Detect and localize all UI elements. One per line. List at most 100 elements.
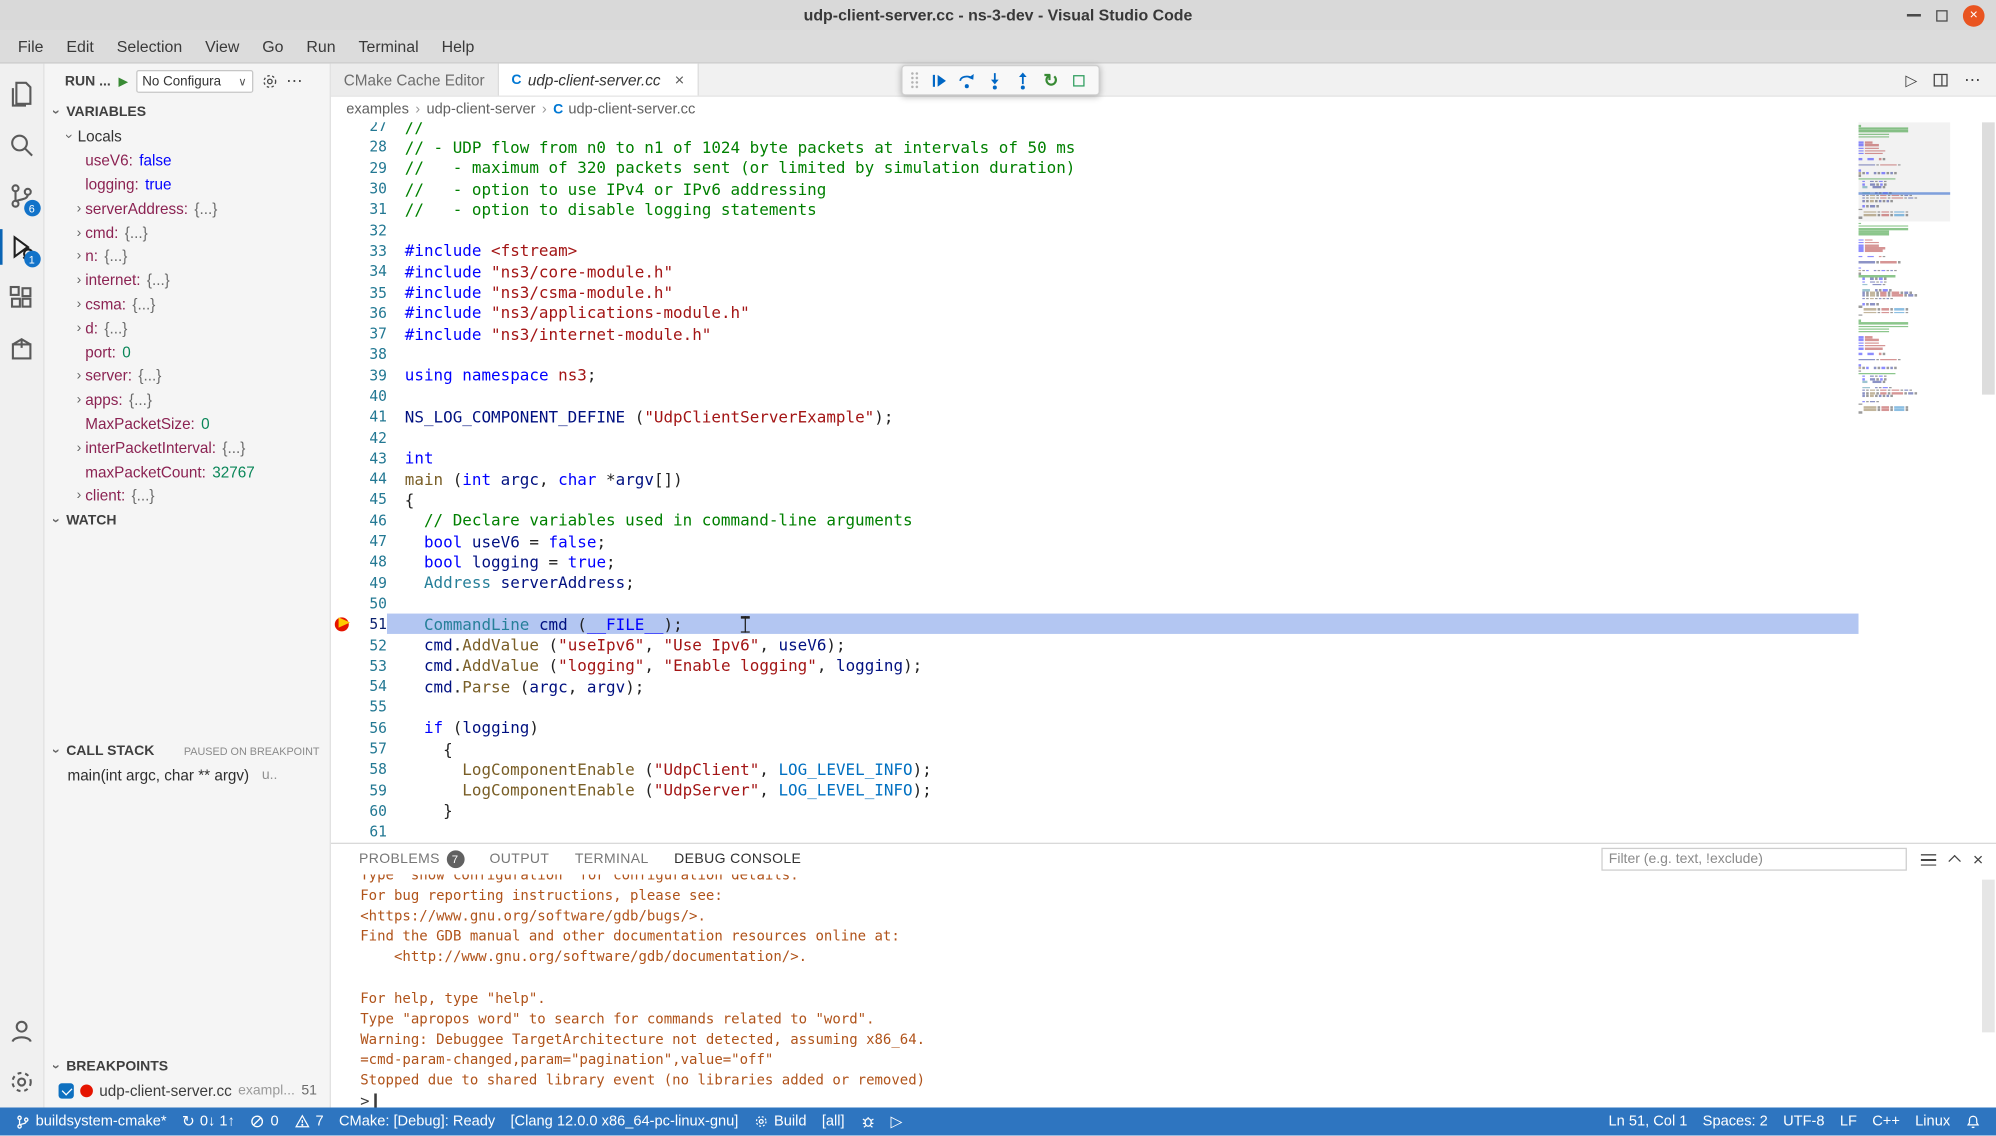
line-number[interactable]: 39: [354, 366, 387, 384]
gutter-glyph[interactable]: [331, 821, 354, 842]
panel-tab-debug-console[interactable]: DEBUG CONSOLE: [674, 844, 801, 875]
line-number[interactable]: 46: [354, 511, 387, 529]
gutter-glyph[interactable]: [331, 614, 354, 635]
gutter-glyph[interactable]: [331, 489, 354, 510]
line-number[interactable]: 44: [354, 470, 387, 488]
code-line[interactable]: 58 LogComponentEnable ("UdpClient", LOG_…: [331, 759, 1859, 780]
line-number[interactable]: 50: [354, 594, 387, 612]
variable-row[interactable]: ›d:{...}: [45, 316, 330, 340]
variable-row[interactable]: ›internet:{...}: [45, 268, 330, 292]
status-notifications[interactable]: [1958, 1107, 1989, 1135]
gutter-glyph[interactable]: [331, 800, 354, 821]
variable-row[interactable]: ›apps:{...}: [45, 388, 330, 412]
gutter-glyph[interactable]: [331, 655, 354, 676]
line-number[interactable]: 55: [354, 698, 387, 716]
code-line[interactable]: 49 Address serverAddress;: [331, 572, 1859, 593]
code-line[interactable]: 35#include "ns3/csma-module.h": [331, 282, 1859, 303]
line-number[interactable]: 36: [354, 304, 387, 322]
console-settings-icon[interactable]: [1921, 854, 1936, 865]
code-line[interactable]: 51 CommandLine cmd (__FILE__);: [331, 614, 1859, 635]
code-line[interactable]: 48 bool logging = true;: [331, 551, 1859, 572]
minimize-button[interactable]: [1907, 14, 1921, 17]
code-line[interactable]: 36#include "ns3/applications-module.h": [331, 303, 1859, 324]
line-number[interactable]: 59: [354, 781, 387, 799]
chevron-right-icon[interactable]: ›: [73, 201, 86, 216]
status-cmake-build[interactable]: Build: [746, 1107, 814, 1135]
gutter-glyph[interactable]: [331, 427, 354, 448]
tab-udp-client-server-cc[interactable]: Cudp-client-server.cc×: [499, 64, 699, 96]
code-line[interactable]: 43int: [331, 448, 1859, 469]
status-language-mode[interactable]: C++: [1865, 1107, 1908, 1135]
gutter-glyph[interactable]: [331, 137, 354, 158]
debug-gear-icon[interactable]: [261, 73, 279, 91]
close-icon[interactable]: ×: [675, 70, 685, 89]
panel-tab-terminal[interactable]: TERMINAL: [575, 844, 649, 875]
variable-row[interactable]: ›interPacketInterval:{...}: [45, 436, 330, 460]
gutter-glyph[interactable]: [331, 323, 354, 344]
panel-tab-problems[interactable]: PROBLEMS7: [359, 844, 464, 875]
line-number[interactable]: 35: [354, 283, 387, 301]
breadcrumb-item[interactable]: udp-client-server: [427, 102, 536, 117]
gutter-glyph[interactable]: [331, 157, 354, 178]
status-git-sync[interactable]: ↻0↓ 1↑: [174, 1107, 242, 1135]
code-line[interactable]: 28// - UDP flow from n0 to n1 of 1024 by…: [331, 137, 1859, 158]
call-stack-frame[interactable]: main(int argc, char ** argv) u..: [45, 763, 330, 787]
breakpoint-row[interactable]: udp-client-server.cc exampl... 51: [45, 1079, 330, 1102]
line-number[interactable]: 54: [354, 677, 387, 695]
gutter-glyph[interactable]: [331, 572, 354, 593]
line-number[interactable]: 40: [354, 387, 387, 405]
code-line[interactable]: 44main (int argc, char *argv[]): [331, 469, 1859, 490]
gutter-glyph[interactable]: [331, 406, 354, 427]
code-line[interactable]: 40: [331, 386, 1859, 407]
stop-button[interactable]: [1067, 68, 1091, 92]
status-git-branch[interactable]: buildsystem-cmake*: [8, 1107, 175, 1135]
gutter-glyph[interactable]: [331, 240, 354, 261]
editor-scrollbar[interactable]: [1981, 122, 1996, 842]
variable-row[interactable]: ›MaxPacketSize:0: [45, 412, 330, 436]
maximize-panel-icon[interactable]: [1948, 855, 1961, 868]
gutter-glyph[interactable]: [331, 676, 354, 697]
chevron-right-icon[interactable]: ›: [73, 488, 86, 503]
console-prompt[interactable]: >: [360, 1091, 1996, 1107]
chevron-right-icon[interactable]: ›: [73, 368, 86, 383]
gutter-glyph[interactable]: [331, 365, 354, 386]
variable-row[interactable]: ›server:{...}: [45, 364, 330, 388]
menu-item-edit[interactable]: Edit: [55, 34, 105, 59]
line-number[interactable]: 58: [354, 760, 387, 778]
line-number[interactable]: 56: [354, 719, 387, 737]
code-line[interactable]: 29// - maximum of 320 packets sent (or l…: [331, 157, 1859, 178]
scrollbar-thumb[interactable]: [1982, 122, 1995, 394]
code-line[interactable]: 50: [331, 593, 1859, 614]
code-line[interactable]: 46 // Declare variables used in command-…: [331, 510, 1859, 531]
gutter-glyph[interactable]: [331, 717, 354, 738]
status-problems-warnings[interactable]: 7: [286, 1107, 331, 1135]
status-cursor-position[interactable]: Ln 51, Col 1: [1601, 1107, 1695, 1135]
scope-locals[interactable]: › Locals: [45, 125, 330, 149]
step-into-button[interactable]: [983, 68, 1007, 92]
continue-button[interactable]: [927, 68, 951, 92]
line-number[interactable]: 47: [354, 532, 387, 550]
gutter-glyph[interactable]: [331, 282, 354, 303]
line-number[interactable]: 33: [354, 242, 387, 260]
gutter-glyph[interactable]: [331, 386, 354, 407]
variable-row[interactable]: ›useV6:false: [45, 149, 330, 173]
gutter-glyph[interactable]: [331, 448, 354, 469]
code-line[interactable]: 61: [331, 821, 1859, 842]
status-cmake-launch[interactable]: ▷: [883, 1107, 910, 1135]
run-file-icon[interactable]: ▷: [1905, 71, 1917, 89]
restart-button[interactable]: ↻: [1039, 68, 1063, 92]
line-number[interactable]: 60: [354, 802, 387, 820]
step-over-button[interactable]: [955, 68, 979, 92]
panel-scrollbar[interactable]: [1982, 880, 1995, 1033]
line-number[interactable]: 52: [354, 636, 387, 654]
variable-row[interactable]: ›cmd:{...}: [45, 220, 330, 244]
close-button[interactable]: ×: [1963, 4, 1985, 26]
menu-item-go[interactable]: Go: [251, 34, 295, 59]
chevron-right-icon[interactable]: ›: [73, 273, 86, 288]
line-number[interactable]: 28: [354, 138, 387, 156]
code-line[interactable]: 59 LogComponentEnable ("UdpServer", LOG_…: [331, 780, 1859, 801]
variable-row[interactable]: ›n:{...}: [45, 244, 330, 268]
code-line[interactable]: 33#include <fstream>: [331, 240, 1859, 261]
variable-row[interactable]: ›client:{...}: [45, 484, 330, 508]
code-line[interactable]: 47 bool useV6 = false;: [331, 531, 1859, 552]
